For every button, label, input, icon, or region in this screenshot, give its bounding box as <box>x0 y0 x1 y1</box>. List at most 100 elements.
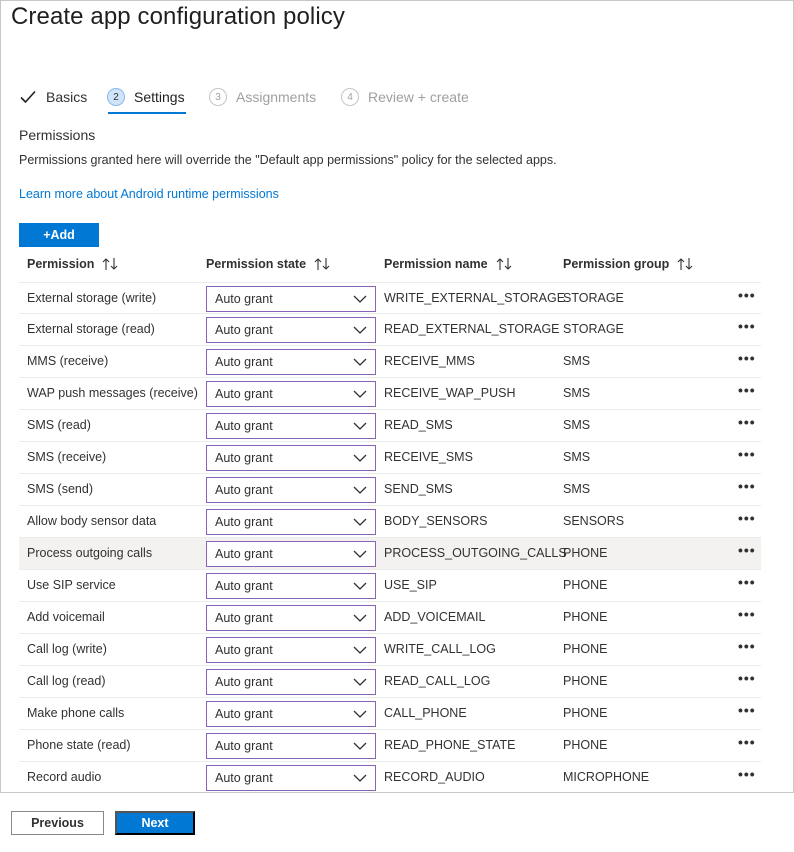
table-row[interactable]: WAP push messages (receive) Auto grant REC… <box>19 378 761 410</box>
more-options-icon[interactable]: ••• <box>738 415 758 433</box>
previous-button[interactable]: Previous <box>11 811 104 835</box>
table-row[interactable]: External storage (write) Auto grant WRITE_… <box>19 282 761 314</box>
table-row[interactable]: External storage (read) Auto grant READ_EX… <box>19 314 761 346</box>
chevron-down-icon <box>353 614 367 622</box>
permission-cell: WAP push messages (receive) <box>27 386 198 400</box>
page-title: Create app configuration policy <box>11 3 345 30</box>
permission-name-cell: RECEIVE_SMS <box>384 450 473 464</box>
chevron-down-icon <box>353 742 367 750</box>
permission-group-cell: STORAGE <box>563 291 624 305</box>
permission-cell: Add voicemail <box>27 610 105 624</box>
permission-group-cell: PHONE <box>563 642 608 656</box>
permission-cell: Call log (write) <box>27 642 107 656</box>
step-settings[interactable]: 2 Settings <box>107 84 185 110</box>
permission-state-dropdown[interactable]: Auto grant <box>206 477 376 503</box>
table-row[interactable]: SMS (read) Auto grant READ_SMS SMS ••• <box>19 410 761 442</box>
more-options-icon[interactable]: ••• <box>738 767 758 785</box>
permission-state-dropdown[interactable]: Auto grant <box>206 509 376 535</box>
permission-group-cell: SENSORS <box>563 514 625 528</box>
more-options-icon[interactable]: ••• <box>738 511 758 529</box>
permission-cell: External storage (read) <box>27 322 155 336</box>
table-header: Permission Permission state Permission n… <box>19 250 761 282</box>
permission-cell: Record audio <box>27 770 102 784</box>
dropdown-value: Auto grant <box>215 675 273 689</box>
more-options-icon[interactable]: ••• <box>738 639 758 657</box>
permission-group-cell: SMS <box>563 386 591 400</box>
permission-cell: SMS (send) <box>27 482 93 496</box>
table-row[interactable]: Use SIP service Auto grant USE_SIP PHONE ••• <box>19 570 761 602</box>
permission-state-dropdown[interactable]: Auto grant <box>206 669 376 695</box>
permission-state-dropdown[interactable]: Auto grant <box>206 445 376 471</box>
permission-state-dropdown[interactable]: Auto grant <box>206 349 376 375</box>
more-options-icon[interactable]: ••• <box>738 735 758 753</box>
table-row[interactable]: MMS (receive) Auto grant RECEIVE_MMS SMS ••• <box>19 346 761 378</box>
table-row[interactable]: SMS (send) Auto grant SEND_SMS SMS ••• <box>19 474 761 506</box>
more-options-icon[interactable]: ••• <box>738 575 758 593</box>
dropdown-value: Auto grant <box>215 515 273 529</box>
permission-state-dropdown[interactable]: Auto grant <box>206 541 376 567</box>
table-row[interactable]: Call log (write) Auto grant WRITE_CALL_LOG… <box>19 634 761 666</box>
permission-state-dropdown[interactable]: Auto grant <box>206 286 376 312</box>
table-row[interactable]: SMS (receive) Auto grant RECEIVE_SMS SMS ••• <box>19 442 761 474</box>
column-header-permission-name[interactable]: Permission name <box>384 257 513 271</box>
permission-name-cell: READ_EXTERNAL_STORAGE <box>384 322 560 336</box>
table-row[interactable]: Allow body sensor data Auto grant BODY_SEN… <box>19 506 761 538</box>
step-review-create[interactable]: 4 Review + create <box>341 84 469 110</box>
step-number: 4 <box>341 88 359 106</box>
permission-cell: SMS (read) <box>27 418 91 432</box>
permission-cell: Phone state (read) <box>27 738 131 752</box>
table-row[interactable]: Phone state (read) Auto grant READ_PHONE_S… <box>19 730 761 762</box>
checkmark-icon <box>20 90 36 104</box>
permission-state-dropdown[interactable]: Auto grant <box>206 573 376 599</box>
more-options-icon[interactable]: ••• <box>738 479 758 497</box>
chevron-down-icon <box>353 710 367 718</box>
more-options-icon[interactable]: ••• <box>738 319 758 337</box>
more-options-icon[interactable]: ••• <box>738 351 758 369</box>
table-row[interactable]: Record audio Auto grant RECORD_AUDIO MICROP… <box>19 762 761 794</box>
permission-state-dropdown[interactable]: Auto grant <box>206 605 376 631</box>
permission-cell: SMS (receive) <box>27 450 107 464</box>
permission-state-dropdown[interactable]: Auto grant <box>206 765 376 791</box>
section-description: Permissions granted here will override t… <box>19 153 557 167</box>
chevron-down-icon <box>353 390 367 398</box>
more-options-icon[interactable]: ••• <box>738 383 758 401</box>
permission-state-dropdown[interactable]: Auto grant <box>206 413 376 439</box>
permission-group-cell: PHONE <box>563 610 608 624</box>
table-row[interactable]: Add voicemail Auto grant ADD_VOICEMAIL PHON… <box>19 602 761 634</box>
table-row[interactable]: Process outgoing calls Auto grant PROCESS_… <box>19 538 761 570</box>
permission-name-cell: READ_PHONE_STATE <box>384 738 516 752</box>
step-basics[interactable]: Basics <box>19 84 87 110</box>
table-row[interactable]: Make phone calls Auto grant CALL_PHONE PHON… <box>19 698 761 730</box>
dropdown-value: Auto grant <box>215 292 273 306</box>
column-header-permission[interactable]: Permission <box>27 257 119 271</box>
learn-more-link[interactable]: Learn more about Android runtime permiss… <box>19 187 279 201</box>
section-title: Permissions <box>19 127 96 143</box>
permission-cell: Call log (read) <box>27 674 106 688</box>
active-step-indicator <box>108 112 186 114</box>
more-options-icon[interactable]: ••• <box>738 447 758 465</box>
permission-name-cell: RECEIVE_WAP_PUSH <box>384 386 516 400</box>
more-options-icon[interactable]: ••• <box>738 543 758 561</box>
more-options-icon[interactable]: ••• <box>738 607 758 625</box>
next-button[interactable]: Next <box>115 811 195 835</box>
permission-name-cell: USE_SIP <box>384 578 437 592</box>
more-options-icon[interactable]: ••• <box>738 288 758 306</box>
chevron-down-icon <box>353 582 367 590</box>
dropdown-value: Auto grant <box>215 739 273 753</box>
permission-state-dropdown[interactable]: Auto grant <box>206 733 376 759</box>
table-row[interactable]: Call log (read) Auto grant READ_CALL_LOG PH… <box>19 666 761 698</box>
chevron-down-icon <box>353 678 367 686</box>
permission-group-cell: SMS <box>563 450 591 464</box>
more-options-icon[interactable]: ••• <box>738 703 758 721</box>
add-button[interactable]: +Add <box>19 223 99 247</box>
dropdown-value: Auto grant <box>215 547 273 561</box>
permission-state-dropdown[interactable]: Auto grant <box>206 317 376 343</box>
permission-state-dropdown[interactable]: Auto grant <box>206 637 376 663</box>
permission-state-dropdown[interactable]: Auto grant <box>206 701 376 727</box>
step-assignments[interactable]: 3 Assignments <box>209 84 316 110</box>
column-header-permission-state[interactable]: Permission state <box>206 257 331 271</box>
permission-state-dropdown[interactable]: Auto grant <box>206 381 376 407</box>
more-options-icon[interactable]: ••• <box>738 671 758 689</box>
column-header-permission-group[interactable]: Permission group <box>563 257 694 271</box>
permission-name-cell: RECEIVE_MMS <box>384 354 475 368</box>
